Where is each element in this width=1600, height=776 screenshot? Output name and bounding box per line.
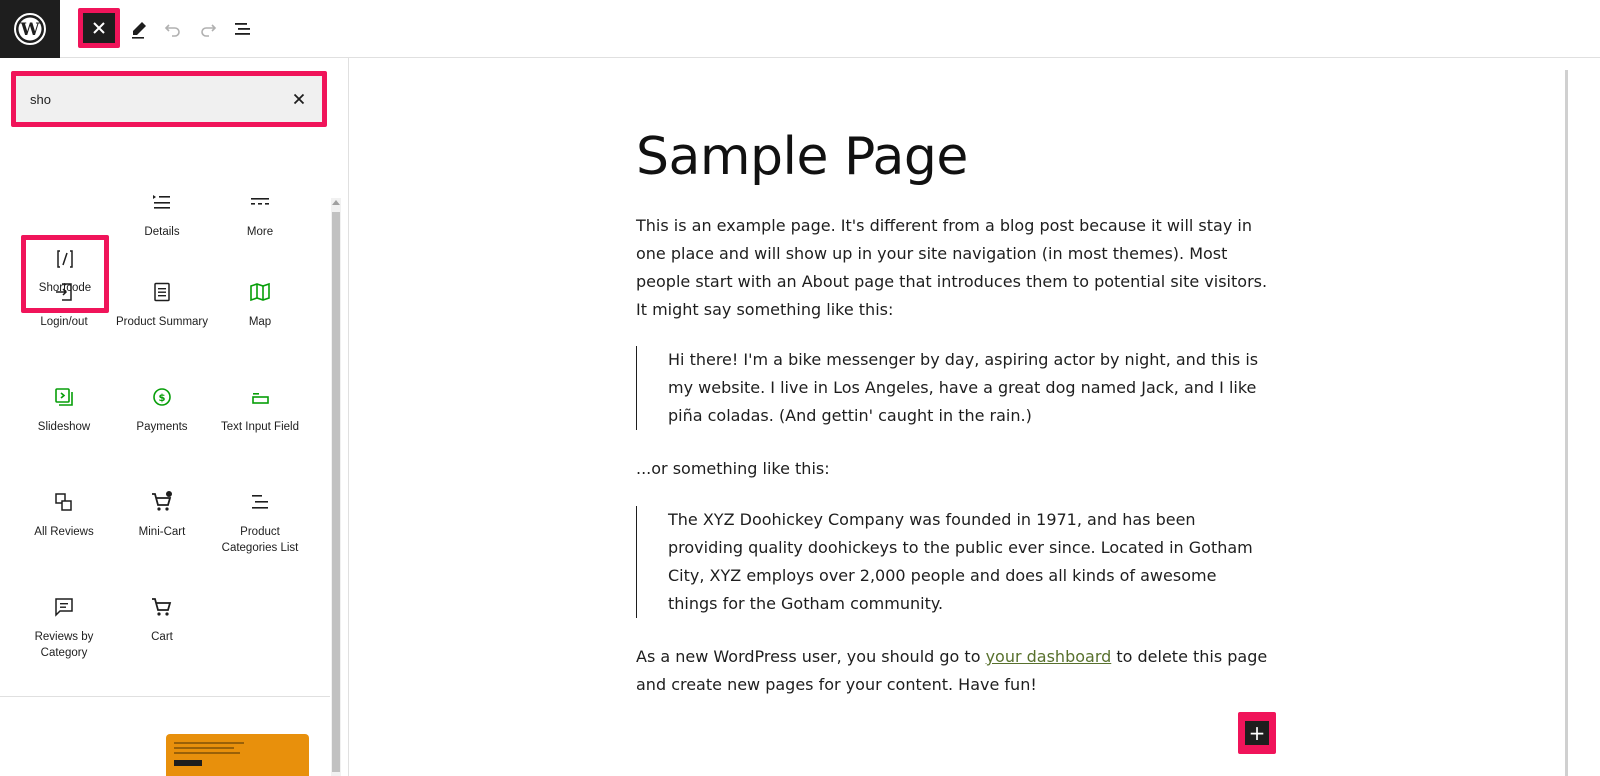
- inserter-scrollbar[interactable]: [331, 198, 341, 776]
- block-label: All Reviews: [34, 526, 94, 538]
- block-item-text-input-field[interactable]: Text Input Field: [212, 373, 308, 463]
- block-item-details[interactable]: Details: [114, 178, 210, 268]
- categories-list-icon: [252, 495, 268, 509]
- reviews-category-icon: [55, 598, 73, 617]
- editor-canvas: Sample Page This is an example page. It'…: [349, 58, 1565, 776]
- wordpress-logo-icon: W: [14, 13, 46, 45]
- page-title[interactable]: Sample Page: [636, 122, 1276, 192]
- svg-text:W: W: [19, 20, 40, 40]
- quote-text[interactable]: The XYZ Doohickey Company was founded in…: [668, 506, 1268, 618]
- canvas-scrollbar-thumb[interactable]: [1565, 70, 1568, 776]
- block-label: Login/out: [40, 316, 88, 328]
- quote-block-2[interactable]: The XYZ Doohickey Company was founded in…: [636, 506, 1268, 618]
- block-search-box: [11, 71, 327, 127]
- canvas-scrollbar[interactable]: [1565, 58, 1600, 776]
- redo-button[interactable]: [193, 14, 223, 44]
- svg-text:$: $: [159, 393, 166, 404]
- block-item-slideshow[interactable]: Slideshow: [16, 373, 112, 463]
- panel-divider: [0, 696, 330, 697]
- block-label: Cart: [151, 631, 173, 643]
- block-label: Details: [144, 226, 180, 238]
- add-block-button[interactable]: +: [1238, 712, 1276, 754]
- block-label: Product Summary: [115, 316, 209, 328]
- block-item-map[interactable]: Map: [212, 268, 308, 358]
- wordpress-logo-button[interactable]: W: [0, 0, 60, 58]
- quote-text[interactable]: Hi there! I'm a bike messenger by day, a…: [668, 346, 1268, 430]
- block-item-mini-cart[interactable]: Mini-Cart: [114, 478, 210, 568]
- block-label: Slideshow: [37, 421, 91, 433]
- plus-icon: +: [1245, 721, 1269, 745]
- block-item-more[interactable]: More: [212, 178, 308, 268]
- close-icon: [93, 22, 105, 34]
- block-label: Mini-Cart: [138, 526, 186, 538]
- block-item-product-summary[interactable]: Product Summary: [114, 268, 210, 358]
- text-input-icon: [252, 393, 269, 404]
- clear-search-button[interactable]: [288, 88, 310, 110]
- block-search-input[interactable]: [16, 76, 276, 122]
- block-label: Text Input Field: [221, 421, 299, 433]
- outro-text-start: As a new WordPress user, you should go t…: [636, 647, 986, 666]
- post-content: Sample Page This is an example page. It'…: [636, 122, 1276, 694]
- product-summary-icon: [154, 282, 170, 302]
- paragraph-middle[interactable]: ...or something like this:: [636, 455, 830, 483]
- block-label: Payments: [136, 421, 188, 433]
- block-item-all-reviews[interactable]: All Reviews: [16, 478, 112, 568]
- pattern-preview-thumbnail[interactable]: [166, 734, 309, 776]
- mini-cart-icon: [152, 491, 172, 511]
- redo-icon: [201, 24, 217, 37]
- tools-button[interactable]: [124, 14, 154, 44]
- editor-top-toolbar: W: [0, 0, 1600, 58]
- block-item-product-categories-list[interactable]: Product Categories List: [212, 478, 308, 568]
- all-reviews-icon: [55, 493, 72, 511]
- scrollbar-thumb[interactable]: [332, 212, 340, 772]
- details-icon: [153, 195, 170, 209]
- close-icon: [293, 93, 305, 105]
- cart-icon: [152, 598, 172, 616]
- payments-icon: $: [153, 388, 171, 406]
- undo-button[interactable]: [158, 14, 188, 44]
- block-label: More: [246, 226, 274, 238]
- block-item-payments[interactable]: $ Payments: [114, 373, 210, 463]
- block-item-login-out[interactable]: Login/out: [16, 268, 112, 358]
- login-icon: [56, 283, 72, 301]
- block-item-reviews-by-category[interactable]: Reviews by Category: [16, 583, 112, 673]
- block-label: Reviews by Category: [34, 631, 94, 659]
- document-overview-icon: [235, 23, 250, 35]
- block-inserter-panel: Shortcode Details More Login/out: [0, 58, 349, 776]
- block-label: Product Categories List: [221, 526, 299, 554]
- document-overview-button[interactable]: [228, 14, 258, 44]
- map-icon: [250, 282, 270, 302]
- more-icon: [251, 198, 269, 205]
- dashboard-link[interactable]: your dashboard: [986, 647, 1112, 666]
- slideshow-icon: [55, 388, 73, 406]
- paragraph-intro[interactable]: This is an example page. It's different …: [636, 212, 1276, 324]
- paragraph-outro[interactable]: As a new WordPress user, you should go t…: [636, 643, 1276, 699]
- close-block-inserter-button[interactable]: [78, 8, 120, 48]
- scroll-up-arrow-icon: [332, 200, 340, 205]
- block-item-cart[interactable]: Cart: [114, 583, 210, 673]
- quote-block-1[interactable]: Hi there! I'm a bike messenger by day, a…: [636, 346, 1268, 430]
- pencil-icon: [132, 22, 146, 39]
- block-label: Map: [248, 316, 272, 328]
- undo-icon: [164, 24, 180, 37]
